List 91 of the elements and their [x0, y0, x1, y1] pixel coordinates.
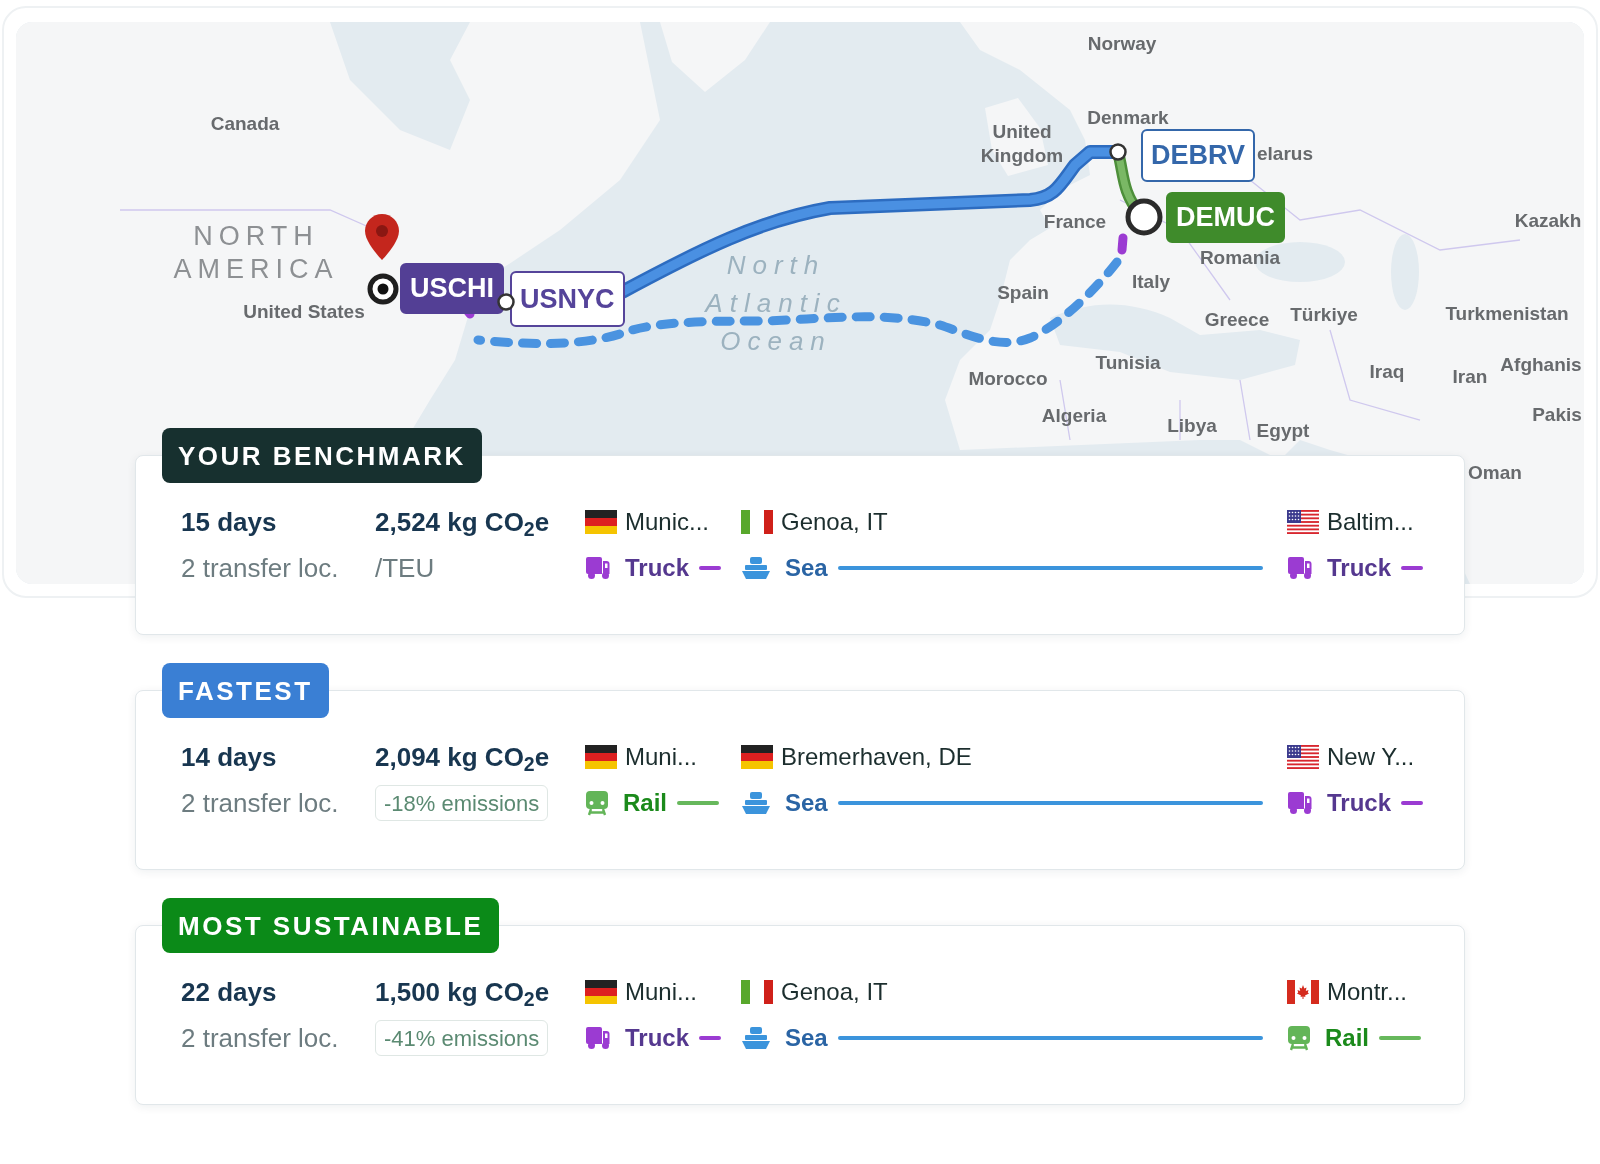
truck-route-line [1117, 233, 1128, 255]
emissions-change-tag: -41% emissions [375, 1020, 549, 1056]
location-code-tag: DEBRV [1141, 129, 1256, 182]
truck-icon [585, 1026, 611, 1050]
country-label: Romania [1199, 247, 1281, 269]
ring-marker-icon [1125, 198, 1163, 236]
country-label: United [992, 121, 1052, 143]
category-badge: YOUR BENCHMARK [162, 428, 482, 483]
country-label: Norway [1087, 33, 1157, 55]
stop-location: Muni... [625, 742, 698, 772]
category-badge: FASTEST [162, 663, 329, 718]
ocean-label: North [726, 250, 826, 280]
location-code-tag: USCHI [400, 263, 504, 314]
italian-flag-icon [741, 510, 773, 534]
waypoint-dot-icon [1109, 143, 1127, 161]
country-label: Italy [1132, 271, 1170, 293]
transport-mode: Truck [1327, 788, 1392, 818]
transport-mode: Truck [1327, 553, 1392, 583]
stop-location: New Y... [1327, 742, 1415, 772]
transport-mode: Truck [625, 553, 690, 583]
stop-location: Genoa, IT [781, 977, 888, 1007]
stop-location: Montr... [1327, 977, 1408, 1007]
emissions-value: 1,500 kg CO$_{2}$e [375, 976, 550, 1008]
german-flag-icon [585, 745, 617, 769]
ocean-label: Atlantic [705, 288, 847, 318]
transfer-count: 2 transfer loc. [181, 552, 339, 584]
country-label: Morocco [968, 368, 1048, 390]
category-badge: MOST SUSTAINABLE [162, 898, 500, 953]
ship-icon [741, 791, 771, 815]
country-label: Oman [1468, 462, 1522, 484]
transport-mode: Sea [785, 788, 828, 818]
transport-mode: Rail [1325, 1023, 1369, 1053]
continent-label: AMERICA [173, 254, 339, 284]
transport-mode: Truck [625, 1023, 690, 1053]
transport-mode: Sea [785, 1023, 828, 1053]
country-label: Kingdom [980, 145, 1064, 167]
canadian-flag-icon [1287, 980, 1319, 1004]
country-label: Egypt [1256, 420, 1310, 442]
transit-time: 14 days [181, 741, 277, 773]
stop-location: Munic... [625, 507, 710, 537]
german-flag-icon [741, 745, 773, 769]
transit-time: 15 days [181, 506, 277, 538]
country-label: Türkiye [1290, 304, 1358, 326]
country-label: Tunisia [1095, 352, 1161, 374]
location-code-tag: DEMUC [1166, 192, 1285, 243]
transport-mode: Rail [623, 788, 667, 818]
ring-marker-icon [367, 273, 399, 305]
emissions-value: 2,094 kg CO$_{2}$e [375, 741, 550, 773]
ship-icon [741, 556, 771, 580]
transfer-count: 2 transfer loc. [181, 787, 339, 819]
country-label: Algeria [1041, 405, 1107, 427]
continent-label: NORTH [193, 221, 319, 251]
emissions-unit: /TEU [375, 552, 435, 584]
country-label: United States [243, 301, 365, 323]
country-label: Turkmenistan [1445, 303, 1569, 325]
ship-icon [741, 1026, 771, 1050]
waypoint-dot-icon [497, 293, 515, 311]
transfer-count: 2 transfer loc. [181, 1022, 339, 1054]
country-label: Iraq [1369, 361, 1405, 383]
train-icon [585, 790, 609, 816]
train-icon [1287, 1025, 1311, 1051]
stop-location: Bremerhaven, DE [781, 742, 972, 772]
map-pin-icon [365, 214, 399, 260]
stop-location: Baltim... [1327, 507, 1414, 537]
truck-icon [1287, 556, 1313, 580]
country-label: Afghanis [1500, 354, 1582, 376]
us-flag-icon [1287, 510, 1319, 534]
country-label: Libya [1167, 415, 1217, 437]
truck-icon [585, 556, 611, 580]
transit-time: 22 days [181, 976, 277, 1008]
country-label: France [1043, 211, 1107, 233]
country-label: Spain [997, 282, 1049, 304]
stop-location: Muni... [625, 977, 698, 1007]
location-code-tag: USNYC [510, 271, 625, 327]
stop-location: Genoa, IT [781, 507, 888, 537]
german-flag-icon [585, 510, 617, 534]
country-label: Kazakh [1514, 210, 1582, 232]
country-label: elarus [1257, 143, 1313, 165]
emissions-change-tag: -18% emissions [375, 785, 549, 821]
country-label: Iran [1452, 366, 1488, 388]
country-label: Greece [1204, 309, 1270, 331]
us-flag-icon [1287, 745, 1319, 769]
italian-flag-icon [741, 980, 773, 1004]
german-flag-icon [585, 980, 617, 1004]
emissions-value: 2,524 kg CO$_{2}$e [375, 506, 550, 538]
country-label: Canada [210, 113, 280, 135]
ocean-label: Ocean [720, 326, 832, 356]
transport-mode: Sea [785, 553, 828, 583]
truck-icon [1287, 791, 1313, 815]
country-label: Pakis [1532, 404, 1582, 426]
country-label: Denmark [1087, 107, 1169, 129]
